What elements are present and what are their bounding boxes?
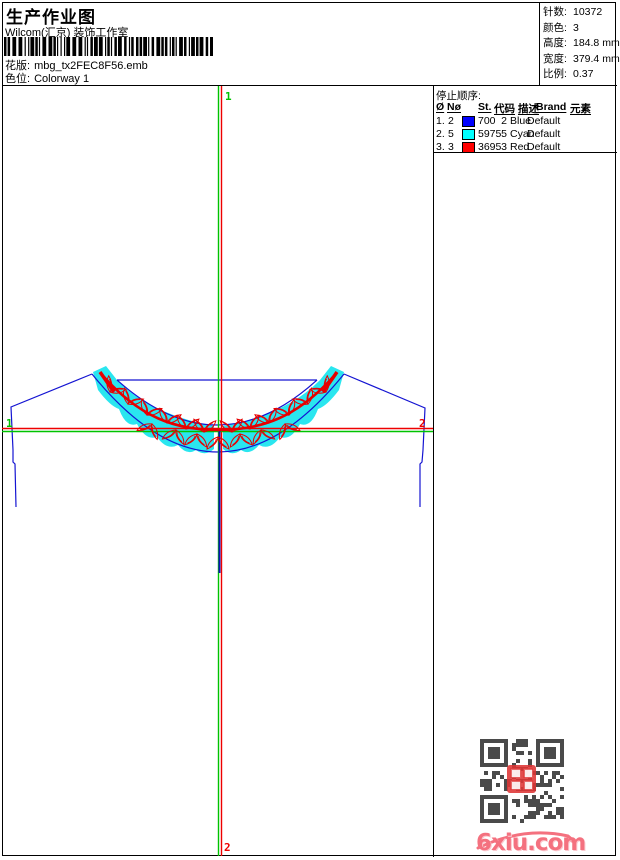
design-stats-box: 针数: 10372 颜色: 3 高度: 184.8 mm 宽度: 379.4 mm 比例…	[539, 2, 620, 85]
marker-end-right: 2	[419, 417, 426, 430]
marker-start-top: 1	[225, 90, 232, 103]
colorway-row: 色位: Colorway 1	[5, 70, 89, 86]
right-column-divider	[433, 86, 434, 857]
watermark: 6xiu.com	[474, 826, 586, 858]
crosshair-axes	[2, 86, 433, 856]
stat-stitches: 针数: 10372	[543, 6, 603, 18]
collar-fill	[93, 366, 344, 454]
stat-colors: 颜色: 3	[543, 21, 579, 34]
vine-leaves	[101, 376, 334, 449]
colorway-label: 色位:	[5, 73, 31, 85]
stop-sequence-table: 停止顺序: Ø Nø St. 代码 描述 Brand 元素 1. 2 700 2…	[434, 87, 617, 153]
vine-embroidery	[98, 370, 339, 449]
marker-start-left: 1	[6, 417, 13, 430]
header-divider	[2, 85, 617, 86]
table-row: 1. 2 700 2 Blue Default	[436, 115, 561, 127]
thread-color-swatch	[462, 142, 475, 153]
thread-color-swatch	[462, 129, 475, 140]
garment-outline	[10, 373, 426, 508]
colorway-value: Colorway 1	[34, 73, 90, 85]
table-row: 3. 3 3695 3 Red Default	[436, 141, 561, 153]
seal-stamp-icon	[507, 765, 536, 793]
stat-scale: 比例: 0.37	[543, 68, 594, 80]
thread-color-swatch	[462, 116, 475, 127]
table-row: 2. 5 5975 5 Cyan Default	[436, 128, 561, 140]
stat-width: 宽度: 379.4 mm	[543, 52, 620, 65]
stat-height: 高度: 184.8 mm	[543, 37, 620, 49]
table-header-row: Ø Nø St. 代码 描述 Brand 元素	[436, 101, 591, 115]
marker-end-bottom: 2	[224, 841, 231, 854]
watermark-site: 6xiu.com	[476, 830, 586, 856]
barcode	[4, 37, 213, 56]
production-worksheet: 生产作业图 Wilcom(汇京) 装饰工作室 花版: mbg_tx2FEC8F56…	[0, 0, 620, 860]
